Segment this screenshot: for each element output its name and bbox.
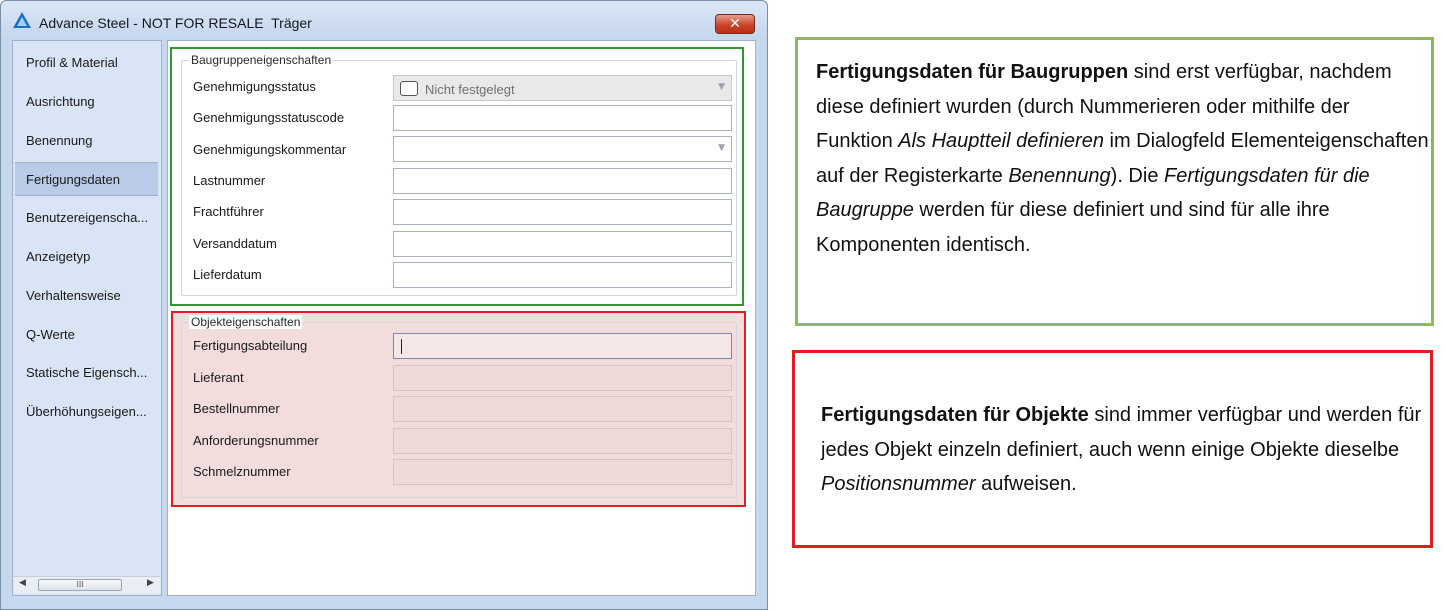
- approval-status-value: Nicht festgelegt: [425, 82, 515, 97]
- title-bar[interactable]: Advance Steel - NOT FOR RESALE Träger ✕: [1, 1, 767, 39]
- sidebar-item-benutzereigenschaften[interactable]: Benutzereigenscha...: [15, 200, 158, 234]
- production-department-input[interactable]: [393, 333, 732, 359]
- sidebar-item-statische-eigenschaften[interactable]: Statische Eigensch...: [15, 355, 158, 389]
- delivery-date-input[interactable]: [393, 262, 732, 288]
- approval-status-label: Genehmigungsstatus: [193, 79, 316, 94]
- carrier-input[interactable]: [393, 199, 732, 225]
- chevron-down-icon: ▼: [718, 143, 725, 153]
- status-color-swatch: [400, 81, 418, 96]
- sidebar-item-ausrichtung[interactable]: Ausrichtung: [15, 84, 158, 118]
- chevron-down-icon: ▼: [718, 82, 725, 92]
- object-properties-legend: Objekteigenschaften: [189, 315, 303, 329]
- shipping-date-input[interactable]: [393, 231, 732, 257]
- load-number-label: Lastnummer: [193, 173, 266, 188]
- close-button[interactable]: ✕: [715, 14, 755, 34]
- advance-steel-app-icon: [13, 12, 31, 28]
- object-data-callout: Fertigungsdaten für Objekte sind immer v…: [792, 350, 1433, 548]
- requisition-number-input[interactable]: [393, 428, 732, 454]
- supplier-label: Lieferant: [193, 370, 244, 385]
- supplier-input[interactable]: [393, 365, 732, 391]
- load-number-input[interactable]: [393, 168, 732, 194]
- approval-status-code-label: Genehmigungsstatuscode: [193, 110, 345, 125]
- sidebar-item-verhaltensweise[interactable]: Verhaltensweise: [15, 278, 158, 312]
- production-department-label: Fertigungsabteilung: [193, 338, 308, 353]
- approval-status-code-input[interactable]: [393, 105, 732, 131]
- heat-number-input[interactable]: [393, 459, 732, 485]
- window-title: Advance Steel - NOT FOR RESALE Träger: [39, 15, 312, 31]
- scroll-right-arrow-icon[interactable]: ▶: [147, 578, 154, 588]
- callout-assembly-lead: Fertigungsdaten für Baugruppen: [816, 61, 1129, 83]
- sidebar-item-anzeigetyp[interactable]: Anzeigetyp: [15, 239, 158, 273]
- callout-object-lead: Fertigungsdaten für Objekte: [821, 404, 1089, 426]
- approval-comment-label: Genehmigungskommentar: [193, 142, 347, 157]
- sidebar-item-q-werte[interactable]: Q-Werte: [15, 317, 158, 351]
- scrollbar-thumb[interactable]: III: [38, 579, 122, 591]
- text-cursor: [401, 339, 402, 354]
- order-number-input[interactable]: [393, 396, 732, 422]
- assembly-data-callout: Fertigungsdaten für Baugruppen sind erst…: [795, 37, 1434, 326]
- sidebar-item-fertigungsdaten[interactable]: Fertigungsdaten: [15, 162, 158, 196]
- approval-status-dropdown[interactable]: Nicht festgelegt ▼: [393, 75, 732, 101]
- sidebar-item-profil-material[interactable]: Profil & Material: [15, 45, 158, 79]
- sidebar-horizontal-scrollbar[interactable]: ◀ III ▶: [14, 576, 160, 593]
- requisition-number-label: Anforderungsnummer: [193, 433, 319, 448]
- close-icon: ✕: [729, 16, 741, 32]
- scroll-left-arrow-icon[interactable]: ◀: [19, 578, 26, 588]
- sidebar-item-benennung[interactable]: Benennung: [15, 123, 158, 157]
- approval-comment-dropdown[interactable]: ▼: [393, 136, 732, 162]
- carrier-label: Frachtführer: [193, 204, 264, 219]
- heat-number-label: Schmelznummer: [193, 464, 291, 479]
- order-number-label: Bestellnummer: [193, 401, 280, 416]
- assembly-properties-legend: Baugruppeneigenschaften: [189, 53, 334, 67]
- sidebar-item-ueberhoehungseigenschaften[interactable]: Überhöhungseigen...: [15, 394, 158, 428]
- shipping-date-label: Versanddatum: [193, 236, 277, 251]
- delivery-date-label: Lieferdatum: [193, 267, 262, 282]
- category-sidebar: Profil & Material Ausrichtung Benennung …: [12, 40, 162, 596]
